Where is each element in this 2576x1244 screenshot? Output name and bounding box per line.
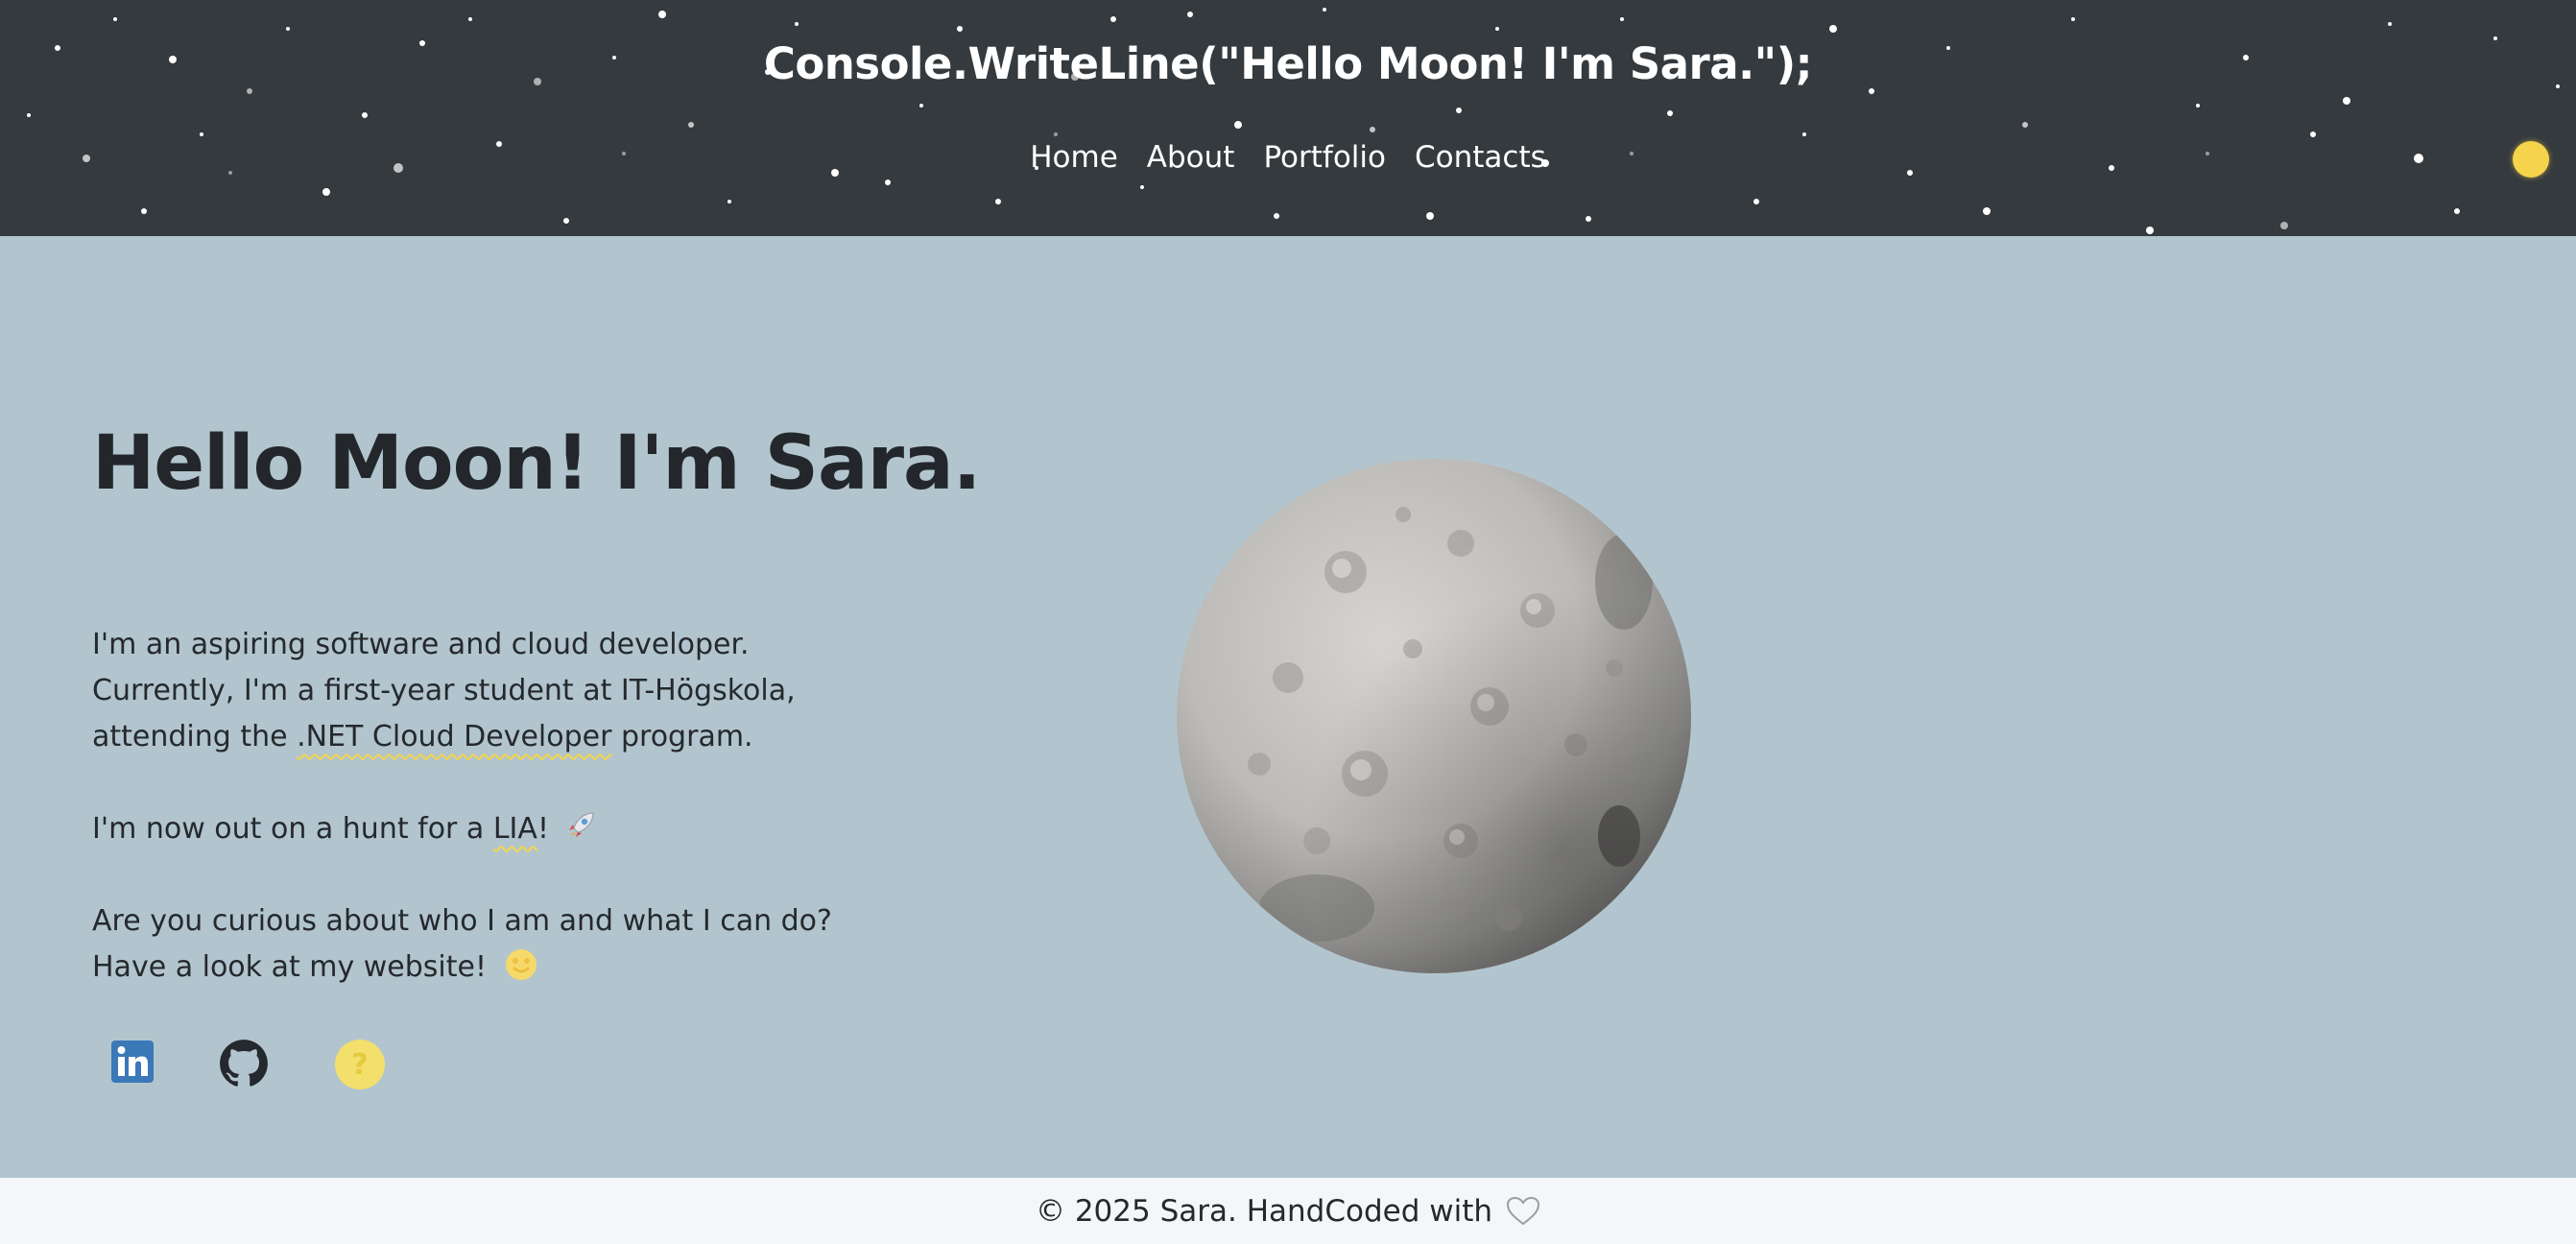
lia-paragraph: I'm now out on a hunt for a LIA! (92, 806, 956, 852)
intro-line: I'm an aspiring software and cloud devel… (92, 628, 750, 661)
site-title: Console.WriteLine("Hello Moon! I'm Sara.… (763, 38, 1813, 89)
curious-line: Have a look at my website! (92, 950, 488, 984)
lia-link[interactable]: LIA (493, 812, 537, 846)
net-cloud-developer-link[interactable]: .NET Cloud Developer (297, 720, 611, 754)
svg-text:?: ? (351, 1048, 368, 1082)
rocket-icon (568, 812, 594, 837)
site-footer: © 2025 Sara. HandCoded with (0, 1178, 2576, 1244)
moon-image (1173, 457, 1695, 975)
intro-line: attending the (92, 720, 298, 754)
intro-paragraph: I'm an aspiring software and cloud devel… (92, 622, 956, 760)
intro-line: Currently, I'm a first-year student at I… (92, 674, 796, 707)
nav-about[interactable]: About (1147, 140, 1235, 175)
intro-line: program. (611, 720, 753, 754)
nav-contacts[interactable]: Contacts (1415, 140, 1546, 175)
question-icon[interactable]: ? (334, 1039, 386, 1094)
main-nav: Home About Portfolio Contacts (0, 140, 2576, 175)
starfield-background (27, 8, 2560, 234)
site-header: Console.WriteLine("Hello Moon! I'm Sara.… (0, 0, 2576, 236)
lia-text: ! (537, 812, 549, 846)
intro-text: I'm an aspiring software and cloud devel… (92, 622, 956, 1037)
sun-icon[interactable] (2513, 141, 2549, 178)
nav-home[interactable]: Home (1030, 140, 1118, 175)
hero-title: Hello Moon! I'm Sara. (92, 420, 981, 507)
github-icon[interactable] (219, 1039, 269, 1092)
nav-portfolio[interactable]: Portfolio (1263, 140, 1386, 175)
smiley-icon (505, 949, 537, 980)
linkedin-icon[interactable] (109, 1039, 155, 1088)
curious-line: Are you curious about who I am and what … (92, 904, 832, 938)
heart-icon (1507, 1196, 1540, 1225)
curious-paragraph: Are you curious about who I am and what … (92, 898, 956, 991)
lia-text: I'm now out on a hunt for a (92, 812, 493, 846)
footer-text: © 2025 Sara. HandCoded with (1035, 1193, 1493, 1229)
